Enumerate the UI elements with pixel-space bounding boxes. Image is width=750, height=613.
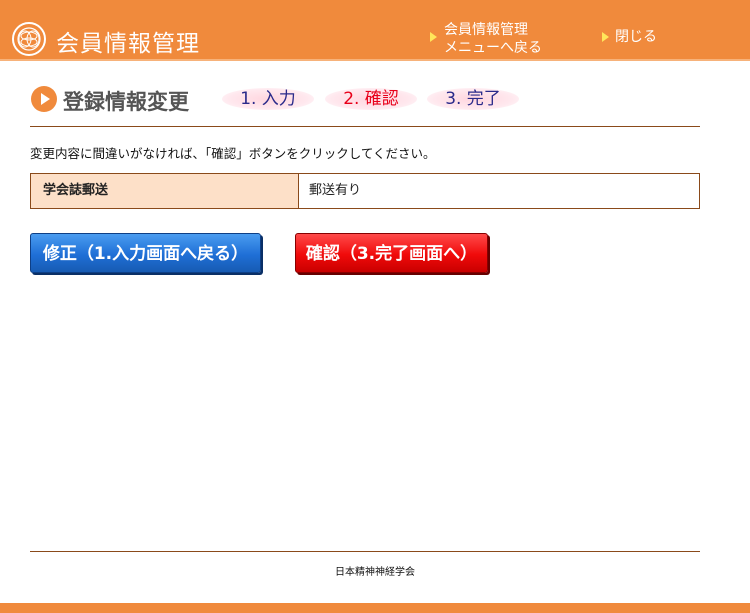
footer-divider	[30, 551, 700, 552]
step-complete: 3. 完了	[427, 88, 519, 110]
back-to-menu-line2[interactable]: メニューへ戻る	[444, 39, 542, 57]
close-link[interactable]: 閉じる	[602, 28, 657, 46]
edit-button[interactable]: 修正（1.入力画面へ戻る）	[30, 233, 261, 273]
step-confirm: 2. 確認	[325, 88, 417, 110]
confirm-button[interactable]: 確認（3.完了画面へ）	[295, 233, 488, 273]
back-to-menu-line1[interactable]: 会員情報管理	[444, 21, 542, 39]
app-title: 会員情報管理	[56, 31, 200, 57]
title-divider	[30, 126, 700, 127]
table-row-value: 郵送有り	[309, 183, 362, 198]
page-title: 登録情報変更	[63, 90, 189, 114]
header-bar: 会員情報管理 会員情報管理 メニューへ戻る 閉じる	[0, 0, 750, 59]
table-row-label: 学会誌郵送	[31, 174, 299, 208]
step-input: 1. 入力	[222, 88, 314, 110]
title-arrow-icon	[31, 86, 57, 112]
close-link-label[interactable]: 閉じる	[615, 29, 657, 45]
confirmation-table: 学会誌郵送 郵送有り	[30, 173, 700, 209]
arrow-right-icon	[602, 32, 609, 42]
instruction-text: 変更内容に間違いがなければ、「確認」ボタンをクリックしてください。	[30, 146, 436, 161]
footer-bar	[0, 603, 750, 613]
arrow-right-icon	[430, 32, 437, 42]
society-logo-icon	[12, 22, 46, 56]
footer-text: 日本精神神経学会	[335, 567, 415, 578]
header-divider	[0, 59, 750, 61]
